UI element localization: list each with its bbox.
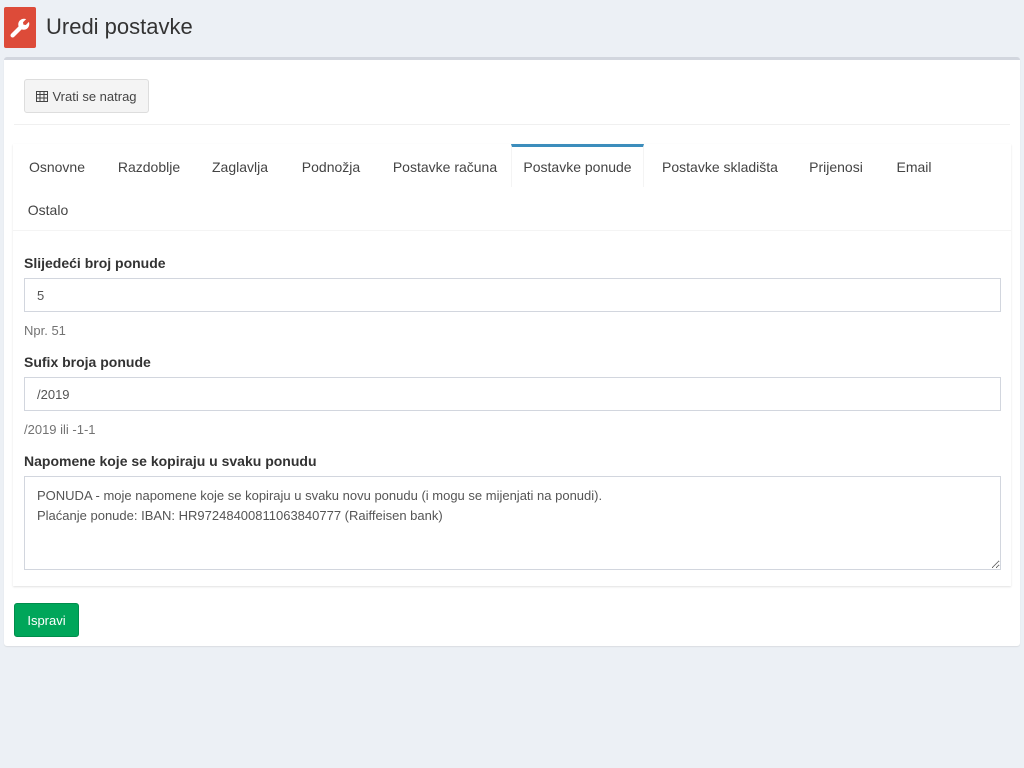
tab-postavke-ponude[interactable]: Postavke ponude bbox=[511, 144, 644, 187]
tab-prijenosi[interactable]: Prijenosi bbox=[796, 144, 876, 187]
suffix-help: /2019 ili -1-1 bbox=[24, 422, 96, 437]
suffix-label: Sufix broja ponude bbox=[24, 354, 151, 370]
wrench-icon bbox=[4, 7, 36, 48]
page-header: Uredi postavke bbox=[0, 0, 1024, 56]
back-button[interactable]: Vrati se natrag bbox=[24, 79, 149, 113]
tabs-bar: Osnovne Razdoblje Zaglavlja Podnožja Pos… bbox=[13, 144, 1011, 231]
tab-postavke-racuna[interactable]: Postavke računa bbox=[379, 144, 511, 187]
tab-razdoblje[interactable]: Razdoblje bbox=[101, 144, 197, 187]
settings-card: Vrati se natrag Osnovne Razdoblje Zaglav… bbox=[4, 57, 1020, 646]
tab-zaglavlja[interactable]: Zaglavlja bbox=[197, 144, 283, 187]
tab-podnozja[interactable]: Podnožja bbox=[283, 144, 379, 187]
tabs-panel: Osnovne Razdoblje Zaglavlja Podnožja Pos… bbox=[13, 144, 1011, 586]
notes-textarea[interactable] bbox=[24, 476, 1001, 570]
notes-label: Napomene koje se kopiraju u svaku ponudu bbox=[24, 453, 317, 469]
divider bbox=[14, 124, 1010, 125]
next-number-input[interactable] bbox=[24, 278, 1001, 312]
next-number-label: Slijedeći broj ponude bbox=[24, 255, 166, 271]
submit-button[interactable]: Ispravi bbox=[14, 603, 79, 637]
suffix-input[interactable] bbox=[24, 377, 1001, 411]
tab-email[interactable]: Email bbox=[876, 144, 952, 187]
tab-ostalo[interactable]: Ostalo bbox=[13, 187, 83, 230]
tab-osnovne[interactable]: Osnovne bbox=[13, 144, 101, 187]
page-title: Uredi postavke bbox=[46, 14, 193, 39]
next-number-help: Npr. 51 bbox=[24, 323, 66, 338]
back-button-label: Vrati se natrag bbox=[52, 88, 137, 104]
table-icon bbox=[36, 90, 49, 102]
tab-postavke-skladista[interactable]: Postavke skladišta bbox=[644, 144, 796, 187]
